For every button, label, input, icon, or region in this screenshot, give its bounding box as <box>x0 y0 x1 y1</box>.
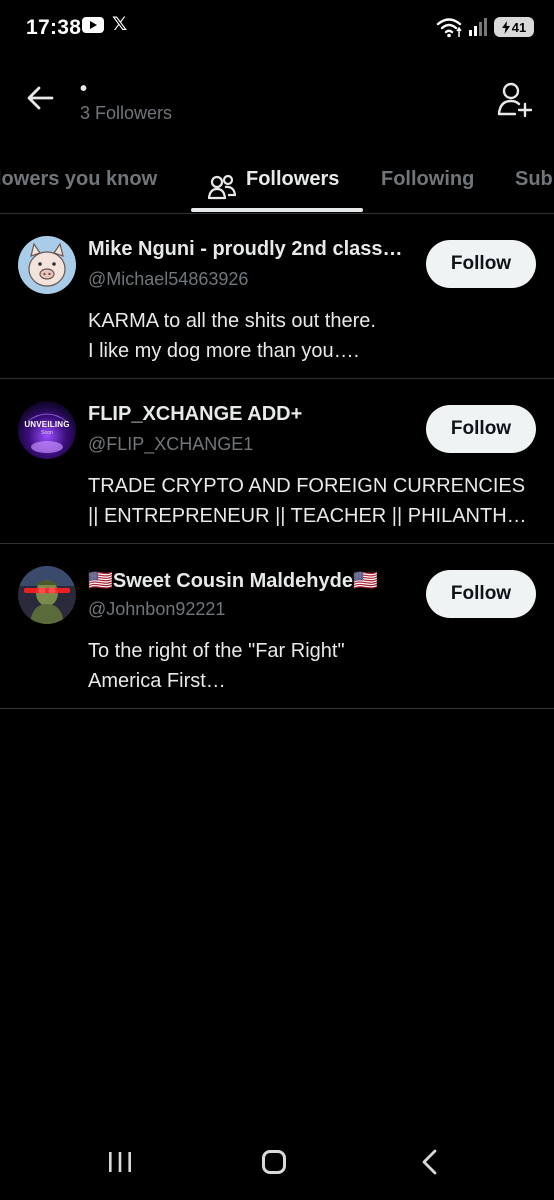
add-user-icon[interactable] <box>496 80 534 118</box>
list-item[interactable]: 🇺🇸Sweet Cousin Maldehyde🇺🇸 @Johnbon92221… <box>0 544 554 709</box>
unveiling-avatar-icon[interactable]: UNVEILING Soon <box>18 401 76 459</box>
page-title: • <box>80 78 88 100</box>
follower-name[interactable]: 🇺🇸Sweet Cousin Maldehyde🇺🇸 <box>88 568 420 593</box>
follow-button[interactable]: Follow <box>426 240 536 288</box>
follower-name[interactable]: FLIP_XCHANGE ADD+ <box>88 403 420 426</box>
tab-subscriptions[interactable]: Sub <box>515 152 553 212</box>
youtube-icon <box>82 17 104 33</box>
recent-apps-icon[interactable] <box>107 1150 133 1174</box>
pig-avatar-icon[interactable] <box>18 236 76 294</box>
avatar-subtext: Soon <box>41 430 53 436</box>
back-arrow-icon[interactable] <box>22 80 58 116</box>
bio-line: KARMA to all the shits out there. <box>88 310 376 332</box>
tab-bar: lowers you know Followers Following Sub <box>0 152 554 214</box>
follow-button[interactable]: Follow <box>426 570 536 618</box>
tab-following[interactable]: Following <box>381 152 474 212</box>
battery-charging-icon: 41 <box>494 17 534 37</box>
wifi-icon <box>436 18 462 38</box>
follower-count: 3 Followers <box>80 103 173 123</box>
nav-back-icon[interactable] <box>420 1149 440 1175</box>
follower-handle[interactable]: @Michael54863926 <box>88 269 248 290</box>
bio-line: To the right of the "Far Right" <box>88 640 345 662</box>
status-left-icons: 𝕏 <box>82 14 128 35</box>
home-icon[interactable] <box>262 1150 286 1174</box>
status-bar: 17:38 𝕏 41 <box>0 0 554 58</box>
follower-handle[interactable]: @FLIP_XCHANGE1 <box>88 434 253 455</box>
bio-line: || ENTREPRENEUR || TEACHER || PHILANTHR… <box>88 505 538 527</box>
follower-bio: To the right of the "Far Right" America … <box>88 636 538 696</box>
bolt-icon <box>501 20 510 34</box>
list-item[interactable]: Mike Nguni - proudly 2nd class… @Michael… <box>0 214 554 379</box>
signal-icon <box>469 18 487 36</box>
status-time: 17:38 <box>26 16 82 39</box>
list-item[interactable]: UNVEILING Soon FLIP_XCHANGE ADD+ @FLIP_X… <box>0 379 554 544</box>
follower-bio: KARMA to all the shits out there. I like… <box>88 306 538 366</box>
x-icon: 𝕏 <box>112 14 128 35</box>
follower-handle[interactable]: @Johnbon92221 <box>88 599 225 620</box>
bio-line: TRADE CRYPTO AND FOREIGN CURRENCIES <box>88 475 526 497</box>
tab-followers-label: Followers <box>246 168 340 190</box>
avatar-text: UNVEILING <box>24 420 70 429</box>
people-icon <box>208 174 236 199</box>
status-right-icons: 41 <box>436 16 534 38</box>
header: • 3 Followers <box>0 68 554 138</box>
follower-name[interactable]: Mike Nguni - proudly 2nd class… <box>88 238 420 261</box>
follower-bio: TRADE CRYPTO AND FOREIGN CURRENCIES || E… <box>88 471 538 531</box>
follow-button[interactable]: Follow <box>426 405 536 453</box>
battery-level: 41 <box>511 19 527 35</box>
followers-list: Mike Nguni - proudly 2nd class… @Michael… <box>0 214 554 709</box>
bio-line: America First… <box>88 670 226 692</box>
tab-followers[interactable]: Followers <box>208 152 339 212</box>
tab-followers-you-know[interactable]: lowers you know <box>0 152 157 212</box>
laser-eyes-avatar-icon[interactable] <box>18 566 76 624</box>
active-tab-indicator <box>191 208 363 212</box>
system-nav-bar <box>0 1130 554 1200</box>
followers-screen: 17:38 𝕏 41 • 3 Followers lowers you know… <box>0 0 554 1200</box>
bio-line: I like my dog more than you…. <box>88 340 360 362</box>
